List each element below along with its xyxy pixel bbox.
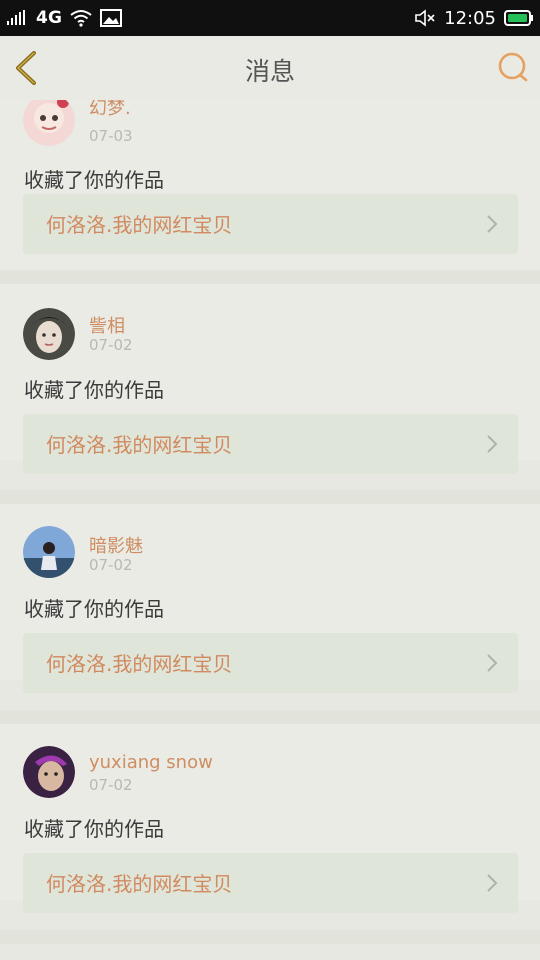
work-link[interactable]: 何洛洛.我的网红宝贝 bbox=[23, 194, 518, 254]
clock: 12:05 bbox=[444, 7, 496, 29]
work-link[interactable]: 何洛洛.我的网红宝贝 bbox=[23, 414, 518, 474]
avatar[interactable] bbox=[23, 100, 75, 146]
signal-icon bbox=[7, 10, 25, 25]
search-icon[interactable] bbox=[496, 50, 530, 84]
image-icon bbox=[100, 9, 123, 27]
message-item[interactable]: 幻梦. 07-03 收藏了你的作品 何洛洛.我的网红宝贝 bbox=[0, 100, 540, 270]
message-date: 07-03 bbox=[89, 127, 133, 145]
message-date: 07-02 bbox=[89, 556, 133, 574]
username[interactable]: 幻梦. bbox=[89, 100, 131, 120]
item-divider bbox=[0, 930, 540, 944]
item-divider bbox=[0, 490, 540, 504]
message-list[interactable]: 幻梦. 07-03 收藏了你的作品 何洛洛.我的网红宝贝 訾相 07-02 收藏… bbox=[0, 100, 540, 960]
message-date: 07-02 bbox=[89, 336, 133, 354]
status-bar: 4G 12:05 bbox=[0, 0, 540, 36]
username[interactable]: yuxiang snow bbox=[89, 752, 213, 773]
chevron-right-icon bbox=[487, 215, 498, 233]
username[interactable]: 訾相 bbox=[89, 312, 125, 338]
message-item[interactable]: 訾相 07-02 收藏了你的作品 何洛洛.我的网红宝贝 bbox=[0, 284, 540, 474]
battery-icon bbox=[504, 10, 533, 26]
message-date: 07-02 bbox=[89, 776, 133, 794]
chevron-right-icon bbox=[487, 654, 498, 672]
message-text: 收藏了你的作品 bbox=[24, 597, 164, 621]
network-type: 4G bbox=[36, 8, 63, 28]
wifi-icon bbox=[70, 10, 92, 27]
work-title: 何洛洛.我的网红宝贝 bbox=[46, 872, 233, 896]
work-link[interactable]: 何洛洛.我的网红宝贝 bbox=[23, 633, 518, 693]
work-link[interactable]: 何洛洛.我的网红宝贝 bbox=[23, 853, 518, 913]
message-item[interactable]: yuxiang snow 07-02 收藏了你的作品 何洛洛.我的网红宝贝 bbox=[0, 724, 540, 913]
status-bar-right: 12:05 bbox=[414, 8, 534, 29]
work-title: 何洛洛.我的网红宝贝 bbox=[46, 433, 233, 457]
chevron-right-icon bbox=[487, 874, 498, 892]
message-text: 收藏了你的作品 bbox=[24, 168, 164, 192]
volume-mute-icon bbox=[415, 9, 435, 27]
status-bar-left: 4G bbox=[6, 8, 123, 28]
page-title: 消息 bbox=[244, 57, 295, 86]
avatar[interactable] bbox=[23, 526, 75, 578]
item-divider bbox=[0, 270, 540, 284]
avatar[interactable] bbox=[23, 308, 75, 360]
message-text: 收藏了你的作品 bbox=[24, 378, 164, 402]
message-item[interactable]: 暗影魅 07-02 收藏了你的作品 何洛洛.我的网红宝贝 bbox=[0, 504, 540, 693]
nav-bar: 消息 bbox=[0, 36, 540, 101]
item-divider bbox=[0, 710, 540, 724]
work-title: 何洛洛.我的网红宝贝 bbox=[46, 652, 233, 676]
work-title: 何洛洛.我的网红宝贝 bbox=[46, 213, 233, 237]
avatar[interactable] bbox=[23, 746, 75, 798]
message-text: 收藏了你的作品 bbox=[24, 817, 164, 841]
username[interactable]: 暗影魅 bbox=[89, 532, 143, 558]
chevron-right-icon bbox=[487, 435, 498, 453]
